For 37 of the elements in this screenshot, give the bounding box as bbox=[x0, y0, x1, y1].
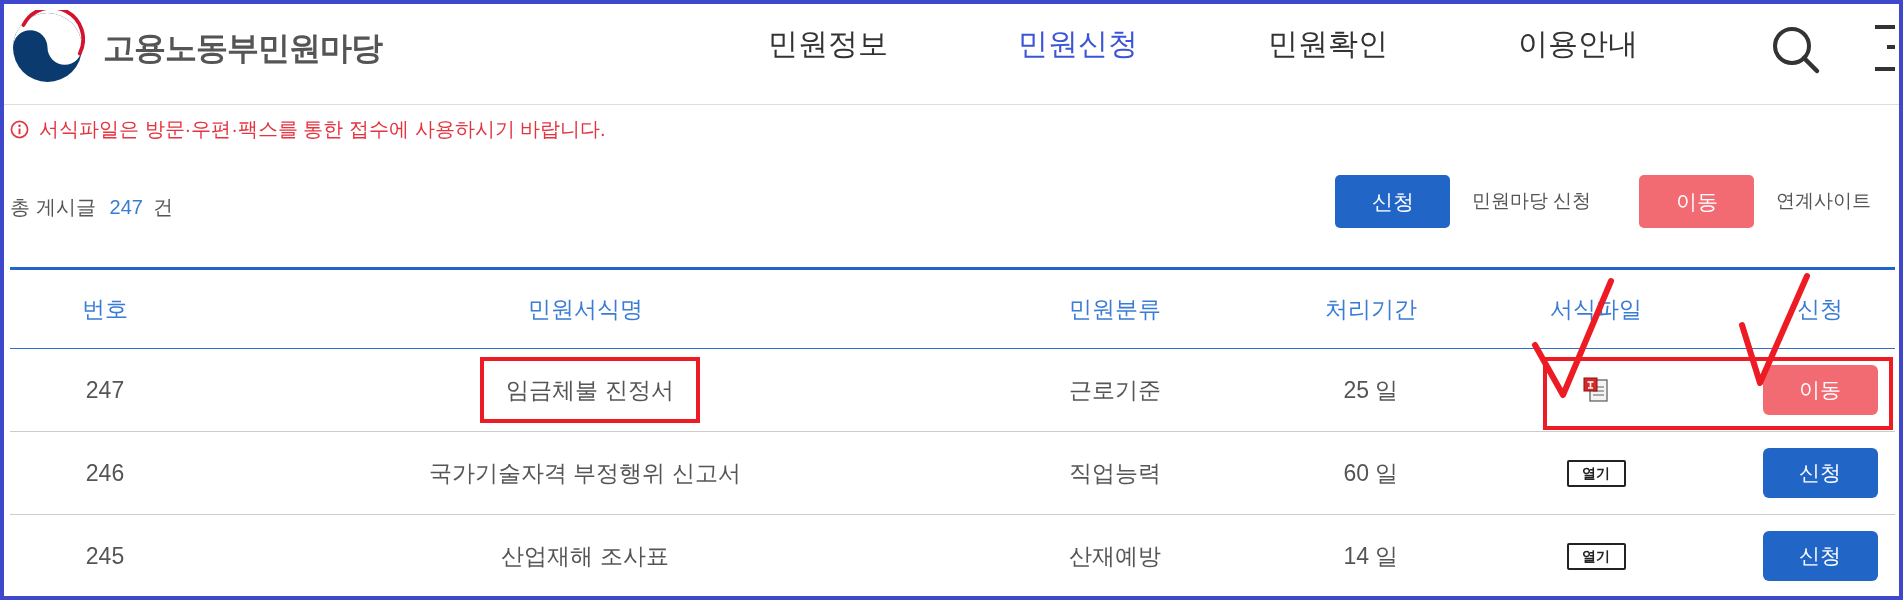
nav-tab[interactable]: 민원정보 bbox=[768, 27, 888, 60]
notice-text: 서식파일은 방문·우편·팩스를 통한 접수에 사용하시기 바랍니다. bbox=[39, 117, 606, 142]
info-icon bbox=[10, 119, 29, 139]
open-button[interactable]: 열기 bbox=[1566, 542, 1626, 570]
column-header: 민원분류 bbox=[1069, 294, 1161, 324]
legend-caption: 민원마당 신청 bbox=[1472, 189, 1592, 214]
legend-button[interactable]: 신청 bbox=[1335, 175, 1450, 228]
open-button[interactable]: 열기 bbox=[1566, 459, 1626, 487]
site-title: 고용노동부민원마당 bbox=[103, 28, 382, 68]
row-number: 247 bbox=[85, 375, 125, 405]
document-icon[interactable] bbox=[1583, 377, 1609, 403]
category-cell-text: 근로기준 bbox=[1069, 375, 1161, 405]
total-unit: 건 bbox=[152, 194, 173, 220]
menu-icon[interactable] bbox=[1875, 23, 1895, 73]
legend-caption: 연계사이트 bbox=[1776, 189, 1872, 214]
column-header: 처리기간 bbox=[1325, 294, 1417, 324]
action-button[interactable]: 신청 bbox=[1762, 531, 1878, 581]
form-title-link[interactable]: 산업재해 조사표 bbox=[501, 538, 669, 574]
column-header: 신청 bbox=[1797, 294, 1843, 324]
column-header: 민원서식명 bbox=[527, 294, 643, 324]
category-cell-text: 직업능력 bbox=[1069, 458, 1161, 488]
category-cell-text: 산재예방 bbox=[1069, 541, 1161, 571]
period-cell-text: 25 일 bbox=[1343, 375, 1399, 405]
total-count: 247 bbox=[109, 194, 143, 220]
search-icon[interactable] bbox=[1771, 25, 1821, 75]
row-number: 245 bbox=[85, 541, 125, 571]
action-button[interactable]: 신청 bbox=[1762, 448, 1878, 498]
form-title-link[interactable]: 국가기술자격 부정행위 신고서 bbox=[429, 455, 741, 491]
nav-tab[interactable]: 이용안내 bbox=[1518, 27, 1638, 60]
total-label: 총 게시글 bbox=[10, 194, 96, 220]
nav-tab[interactable]: 민원확인 bbox=[1268, 27, 1388, 60]
row-number: 246 bbox=[85, 458, 125, 488]
period-cell-text: 14 일 bbox=[1343, 541, 1399, 571]
column-header: 번호 bbox=[82, 294, 128, 324]
form-title-link[interactable]: 임금체불 진정서 bbox=[506, 372, 674, 408]
period-cell-text: 60 일 bbox=[1343, 458, 1399, 488]
nav-tab[interactable]: 민원신청 bbox=[1018, 27, 1138, 60]
